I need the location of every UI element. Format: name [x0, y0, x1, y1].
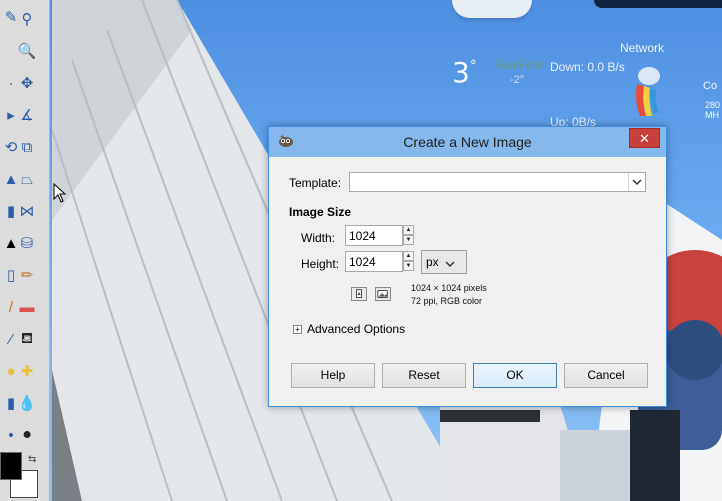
info-resolution: 72 ppi, RGB color: [411, 296, 483, 306]
color-swatches[interactable]: ⇆: [0, 452, 40, 498]
clock-label: Co: [703, 80, 718, 92]
network-title: Network: [620, 41, 665, 55]
weather-temperature: 3°: [452, 56, 477, 89]
pony-widget-icon: [632, 66, 662, 118]
width-down-icon[interactable]: ▼: [403, 235, 414, 245]
expand-icon[interactable]: +: [293, 325, 302, 334]
create-new-image-dialog: Create a New Image ✕ Template: Image Siz…: [268, 126, 667, 407]
template-label-text: Template:: [289, 176, 342, 190]
height-up-icon[interactable]: ▲: [403, 251, 414, 261]
shear-icon[interactable]: ▸: [0, 104, 22, 126]
rotate-icon[interactable]: ⟲: [0, 136, 22, 158]
realfeel-value: -2°: [510, 74, 525, 86]
blend-icon[interactable]: ▯: [0, 264, 22, 286]
dialog-title: Create a New Image: [403, 134, 532, 150]
network-down: Down: 0.0 B/s: [550, 60, 625, 74]
image-size-heading: Image Size: [289, 205, 352, 219]
swap-colors-icon[interactable]: ⇆: [28, 454, 36, 465]
advanced-options-label: Advanced Options: [307, 322, 406, 336]
image-info: 1024 × 1024 pixels 72 ppi, RGB color: [411, 282, 487, 308]
align-icon[interactable]: ·: [0, 72, 22, 94]
fuzzy-select-icon[interactable]: ⚲: [16, 8, 38, 30]
height-stepper[interactable]: ▲ ▼: [403, 251, 414, 272]
dialog-titlebar[interactable]: Create a New Image ✕: [269, 127, 666, 157]
system-widget: [594, 0, 722, 8]
chevron-down-icon[interactable]: [628, 173, 645, 191]
scale-icon[interactable]: ▲: [0, 168, 22, 190]
foreground-color[interactable]: [0, 452, 22, 480]
clock-detail: 280 MH: [705, 100, 721, 120]
text-icon[interactable]: ▲: [0, 232, 22, 254]
width-label: Width:: [301, 231, 336, 245]
close-button[interactable]: ✕: [629, 128, 660, 148]
landscape-icon[interactable]: [375, 287, 391, 301]
template-label: Template:: [289, 176, 341, 190]
dialog-content: Template: Image Size Width: 1024 ▲ ▼ Hei…: [277, 157, 658, 400]
template-combo[interactable]: [349, 172, 646, 192]
paintbrush-icon[interactable]: /: [0, 296, 22, 318]
height-label: Height:: [301, 257, 340, 271]
info-pixels: 1024 × 1024 pixels: [411, 283, 487, 293]
unit-value: px: [426, 255, 439, 269]
cancel-button[interactable]: Cancel: [564, 363, 648, 388]
advanced-options-expander[interactable]: + Advanced Options: [293, 322, 405, 336]
width-up-icon[interactable]: ▲: [403, 225, 414, 235]
clone-icon[interactable]: ●: [0, 360, 22, 382]
path-icon[interactable]: •: [0, 424, 22, 446]
smudge-icon[interactable]: ▮: [0, 392, 22, 414]
realfeel-label: RealFeel: [494, 58, 543, 72]
help-button[interactable]: Help: [291, 363, 375, 388]
cloud: [452, 0, 532, 18]
chevron-down-icon: [445, 256, 455, 270]
width-stepper[interactable]: ▲ ▼: [403, 225, 414, 246]
gimp-toolbox: ✎ ⚲ 🔍 ✥ · ∡ ▸ ⧉ ⟲ ⏢ ▲ ⋈ ▮ ⛁ ▲ ✏ ▯ ▬ / ⛾ …: [0, 0, 50, 501]
height-down-icon[interactable]: ▼: [403, 261, 414, 271]
height-input[interactable]: 1024: [345, 251, 403, 272]
flip-icon[interactable]: ▮: [0, 200, 22, 222]
ok-button[interactable]: OK: [473, 363, 557, 388]
width-input[interactable]: 1024: [345, 225, 403, 246]
airbrush-icon[interactable]: ⁄: [0, 328, 22, 350]
zoom-icon[interactable]: 🔍: [16, 40, 38, 62]
unit-select[interactable]: px: [421, 250, 467, 274]
reset-button[interactable]: Reset: [382, 363, 466, 388]
mouse-cursor-icon: [53, 182, 67, 203]
portrait-icon[interactable]: [351, 287, 367, 301]
